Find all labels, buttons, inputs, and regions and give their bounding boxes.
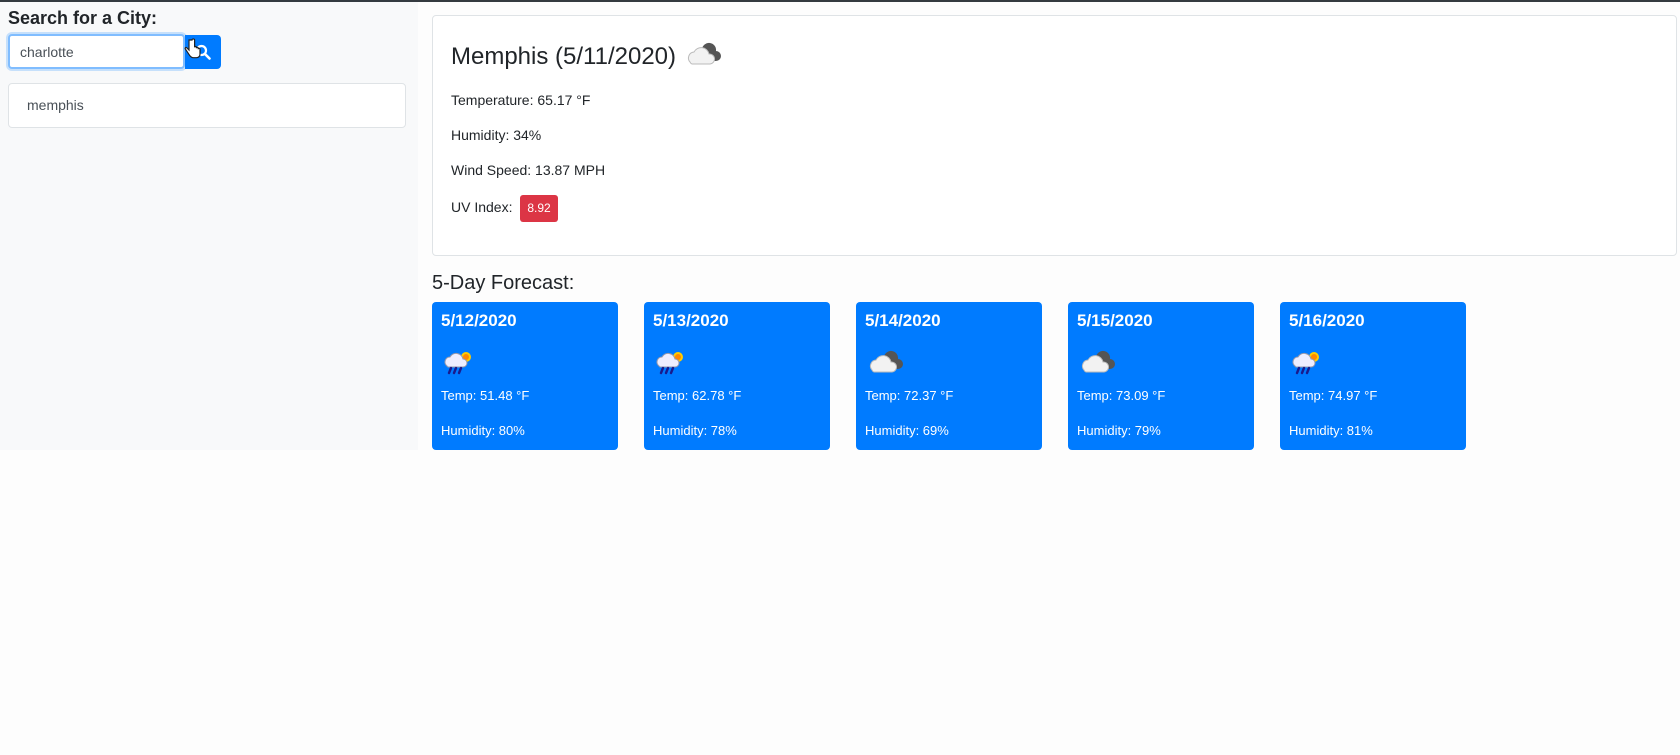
city-search-input[interactable] [8,34,185,69]
search-history-list: memphis [8,83,406,128]
forecast-humidity: Humidity: 81% [1289,423,1373,438]
forecast-temp: Temp: 73.09 °F [1077,388,1166,403]
city-name-date: Memphis (5/11/2020) [451,42,676,70]
cloudy-icon [1078,348,1116,379]
uv-index-badge: 8.92 [520,195,558,222]
forecast-date: 5/15/2020 [1077,311,1153,330]
forecast-card: 5/14/2020 Temp: 72.37 °F Humidity: 69% [856,302,1042,450]
uv-index-row: UV Index: 8.92 [451,195,558,222]
humidity-text: Humidity: 34% [451,127,542,143]
city-title: Memphis (5/11/2020) [451,40,722,73]
hand-cursor-icon [184,38,201,59]
cloudy-icon [866,348,904,379]
rain-sun-icon [654,348,690,381]
forecast-card: 5/12/2020 Temp: 51.48 °F Humidity: 80% [432,302,618,450]
forecast-date: 5/16/2020 [1289,311,1365,330]
uv-index-label: UV Index: [451,199,513,216]
history-item[interactable]: memphis [9,84,405,127]
forecast-card: 5/15/2020 Temp: 73.09 °F Humidity: 79% [1068,302,1254,450]
search-title: Search for a City: [8,8,158,28]
forecast-humidity: Humidity: 78% [653,423,737,438]
cloudy-icon [684,40,722,73]
sidebar: Search for a City: memphis [0,2,418,450]
forecast-humidity: Humidity: 69% [865,423,949,438]
forecast-temp: Temp: 51.48 °F [441,388,530,403]
rain-sun-icon [442,348,478,381]
forecast-date: 5/14/2020 [865,311,941,330]
current-weather-card: Memphis (5/11/2020) Temperature: 65.17 °… [432,15,1677,256]
forecast-temp: Temp: 74.97 °F [1289,388,1378,403]
forecast-date: 5/12/2020 [441,311,517,330]
forecast-humidity: Humidity: 79% [1077,423,1161,438]
temperature-text: Temperature: 65.17 °F [451,92,591,108]
forecast-card: 5/13/2020 Temp: 62.78 °F Humidity: 78% [644,302,830,450]
forecast-title: 5-Day Forecast: [432,272,575,294]
forecast-temp: Temp: 72.37 °F [865,388,954,403]
forecast-temp: Temp: 62.78 °F [653,388,742,403]
forecast-date: 5/13/2020 [653,311,729,330]
forecast-card: 5/16/2020 Temp: 74.97 °F Humidity: 81% [1280,302,1466,450]
rain-sun-icon [1290,348,1326,381]
wind-speed-text: Wind Speed: 13.87 MPH [451,162,606,178]
forecast-humidity: Humidity: 80% [441,423,525,438]
